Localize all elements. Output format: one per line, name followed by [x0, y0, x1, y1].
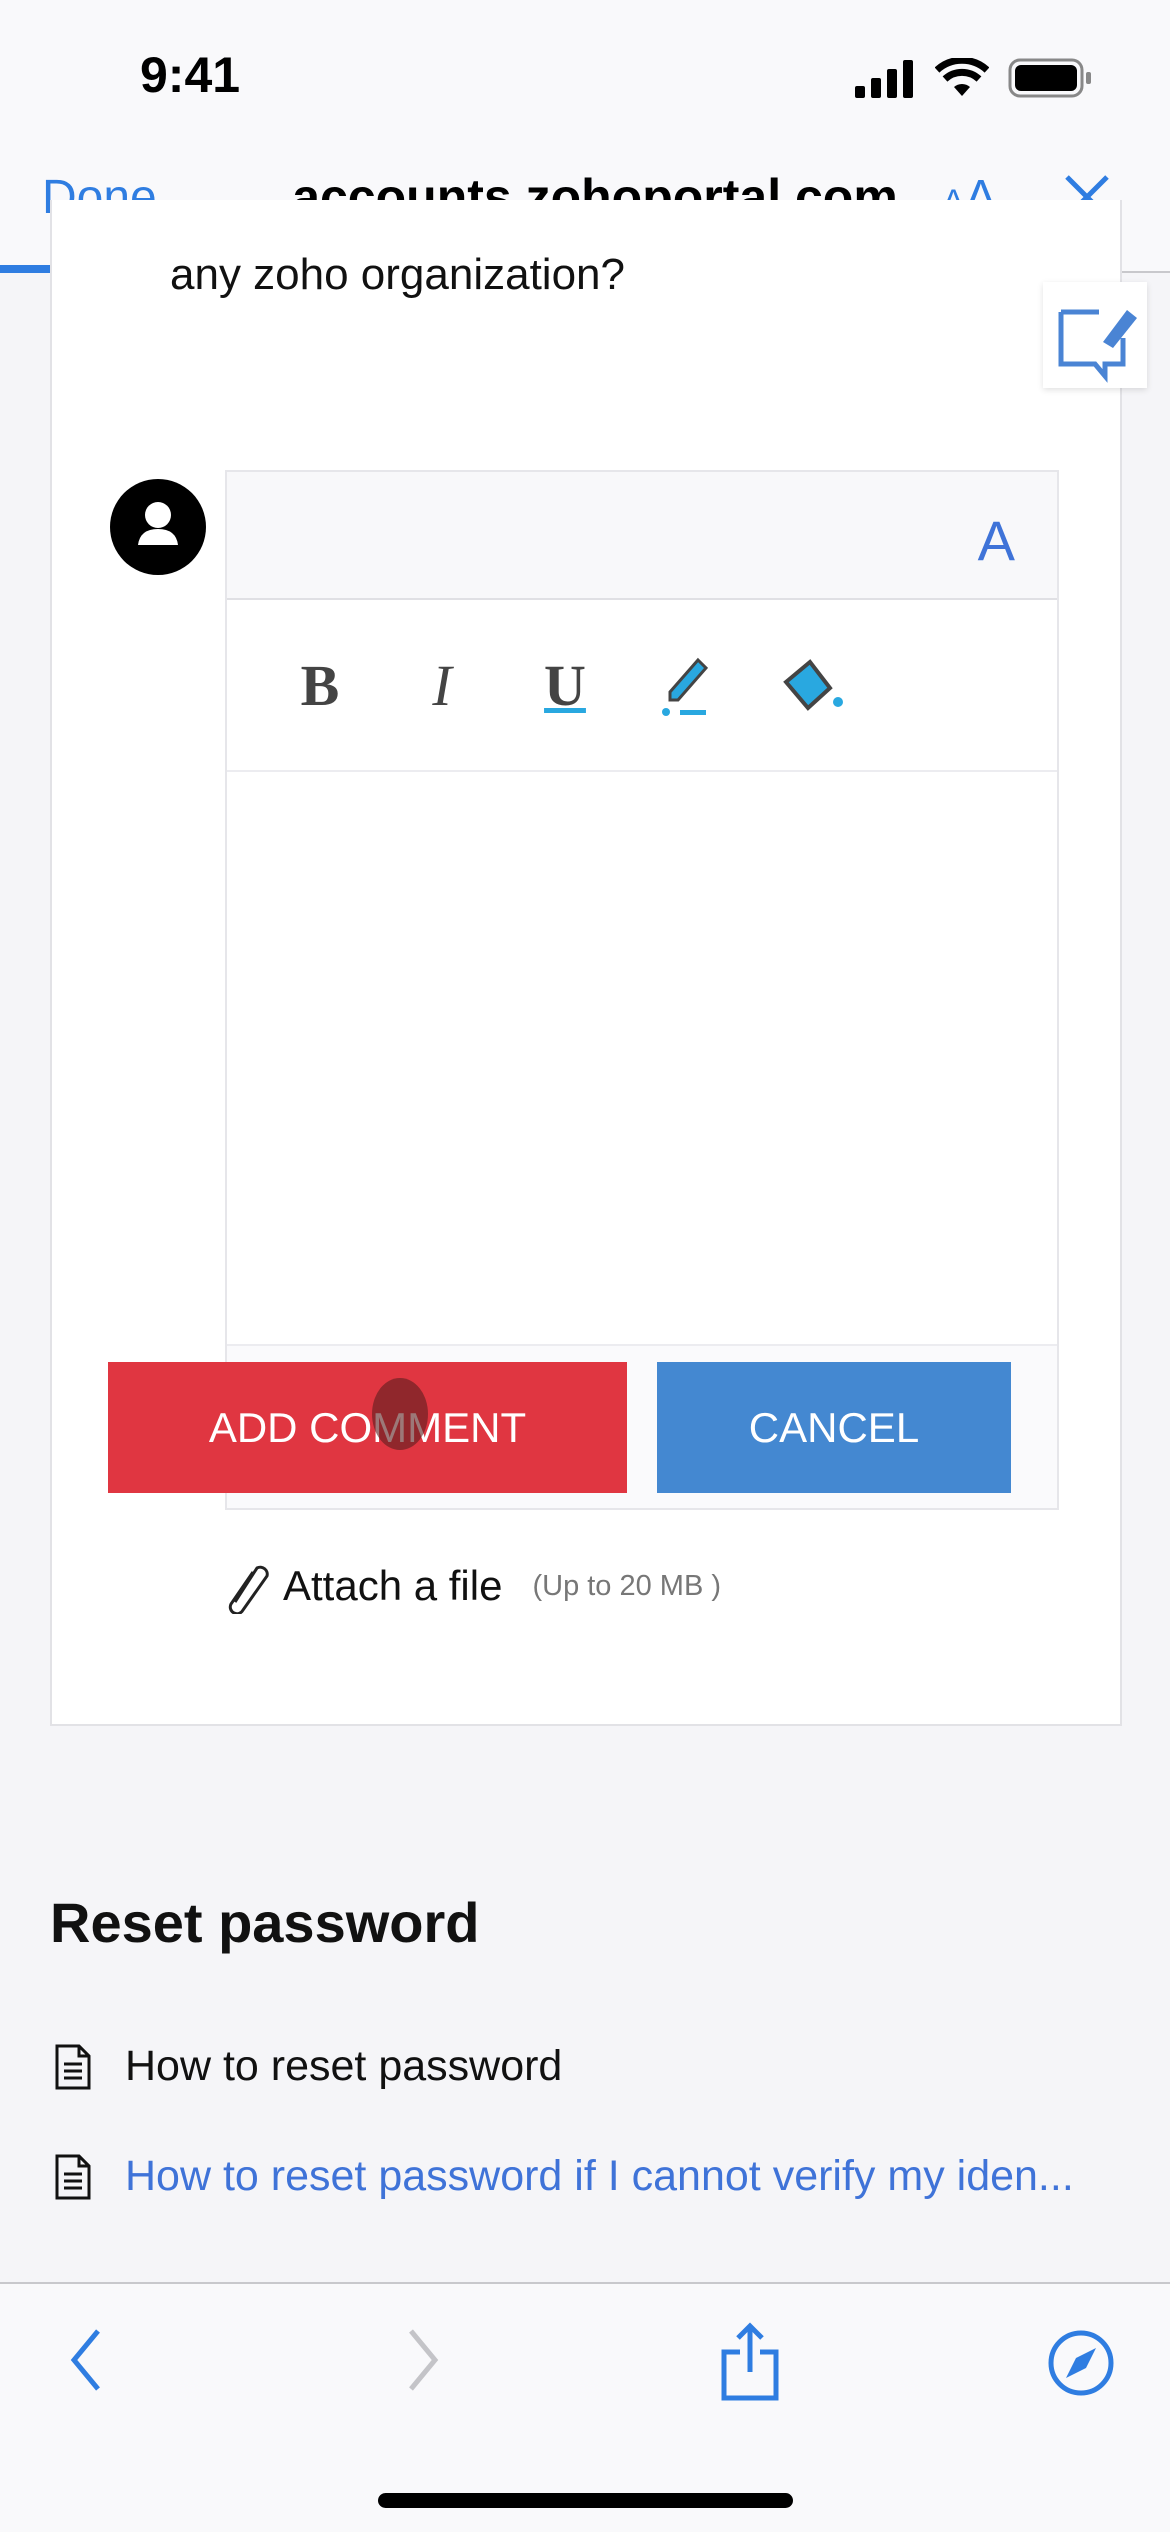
editor-header: A	[227, 472, 1057, 600]
forward-icon	[409, 2329, 439, 2391]
article-title[interactable]: How to reset password	[125, 2042, 562, 2091]
document-icon	[55, 2044, 91, 2089]
document-icon	[55, 2154, 91, 2199]
compass-icon[interactable]	[1046, 2328, 1116, 2398]
comment-body-input[interactable]	[227, 772, 1057, 1344]
home-indicator	[378, 2493, 793, 2508]
background-color-icon[interactable]	[780, 652, 844, 722]
feedback-button[interactable]	[1043, 282, 1147, 388]
underline-button[interactable]: U	[535, 652, 595, 722]
status-time: 9:41	[140, 47, 241, 103]
signal-icon	[855, 60, 913, 98]
format-toolbar: B I U	[227, 600, 1057, 772]
comment-editor: A B I U	[225, 470, 1059, 1510]
attach-size-limit: (Up to 20 MB )	[532, 1569, 722, 1602]
compose-icon	[1058, 309, 1137, 383]
question-text: any zoho organization?	[170, 250, 625, 299]
attach-file-label[interactable]: Attach a file	[283, 1562, 502, 1610]
user-icon	[138, 502, 178, 545]
article-link[interactable]: How to reset password if I cannot verify…	[55, 2152, 1074, 2201]
battery-icon	[1008, 58, 1091, 98]
back-icon[interactable]	[66, 2325, 106, 2395]
touch-indicator	[372, 1378, 428, 1450]
share-icon[interactable]	[718, 2322, 782, 2402]
article-title[interactable]: How to reset password if I cannot verify…	[125, 2152, 1074, 2201]
bold-button[interactable]: B	[290, 652, 350, 722]
text-color-icon[interactable]	[658, 652, 718, 722]
paperclip-icon	[228, 1565, 269, 1614]
cancel-button[interactable]: CANCEL	[657, 1362, 1011, 1493]
italic-button[interactable]: I	[412, 652, 472, 722]
wifi-icon	[935, 58, 989, 96]
user-avatar	[110, 479, 206, 575]
attach-file-link[interactable]: Attach a file (Up to 20 MB )	[225, 1558, 721, 1614]
font-options-button[interactable]: A	[978, 508, 1015, 573]
section-title: Reset password	[50, 1891, 480, 1954]
add-comment-button[interactable]: ADD COMMENT	[108, 1362, 627, 1493]
article-link[interactable]: How to reset password	[55, 2042, 562, 2091]
